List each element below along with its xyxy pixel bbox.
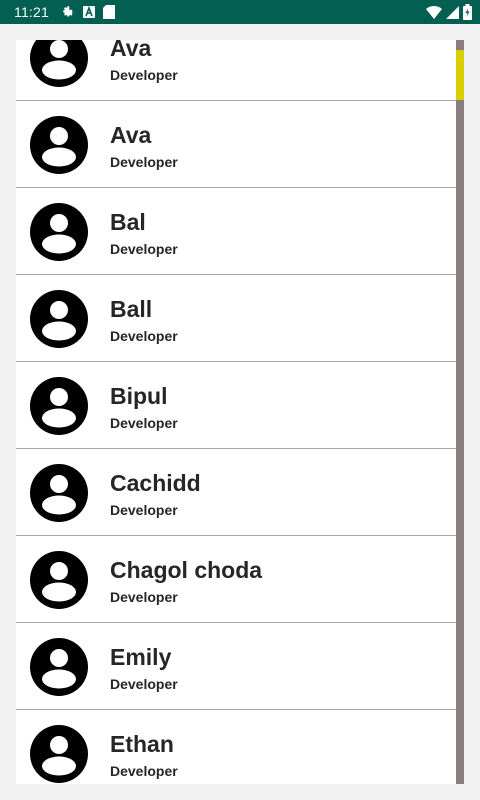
scrollbar-thumb[interactable] bbox=[456, 50, 464, 100]
avatar-icon bbox=[30, 116, 88, 174]
avatar-icon bbox=[30, 290, 88, 348]
status-right-icons bbox=[426, 4, 472, 20]
avatar-icon bbox=[30, 638, 88, 696]
list-item[interactable]: Cachidd Developer bbox=[16, 449, 456, 536]
avatar-icon bbox=[30, 377, 88, 435]
list-item[interactable]: Ball Developer bbox=[16, 275, 456, 362]
avatar-icon bbox=[30, 203, 88, 261]
contact-role: Developer bbox=[110, 676, 178, 692]
contact-list-content: Ava Developer Ava Developer Bal Developer Ball… bbox=[16, 40, 456, 784]
contact-name: Ava bbox=[110, 122, 152, 148]
list-item[interactable]: Bal Developer bbox=[16, 188, 456, 275]
status-time: 11:21 bbox=[14, 4, 49, 20]
contact-role: Developer bbox=[110, 502, 178, 518]
avatar-icon bbox=[30, 40, 88, 87]
list-item[interactable]: Chagol choda Developer bbox=[16, 536, 456, 623]
battery-icon bbox=[463, 4, 472, 20]
contact-role: Developer bbox=[110, 763, 178, 779]
contact-role: Developer bbox=[110, 328, 178, 344]
list-item[interactable]: Ethan Developer bbox=[16, 710, 456, 784]
gear-icon bbox=[61, 5, 75, 19]
list-item[interactable]: Bipul Developer bbox=[16, 362, 456, 449]
signal-icon bbox=[446, 5, 459, 19]
contact-name: Ball bbox=[110, 296, 153, 322]
a-badge-icon bbox=[83, 6, 95, 18]
list-item[interactable]: Emily Developer bbox=[16, 623, 456, 710]
wifi-icon bbox=[426, 5, 442, 19]
contact-name: Cachidd bbox=[110, 470, 201, 496]
avatar-icon bbox=[30, 725, 88, 783]
sd-card-icon bbox=[103, 5, 115, 19]
contact-name: Bipul bbox=[110, 383, 168, 409]
scrollbar-track[interactable] bbox=[456, 40, 464, 784]
status-left-icons bbox=[61, 5, 115, 19]
contact-role: Developer bbox=[110, 415, 178, 431]
contact-role: Developer bbox=[110, 241, 178, 257]
avatar-icon bbox=[30, 551, 88, 609]
list-item[interactable]: Ava Developer bbox=[16, 101, 456, 188]
contact-name: Ava bbox=[110, 40, 152, 61]
contact-role: Developer bbox=[110, 67, 178, 83]
contact-name: Chagol choda bbox=[110, 557, 263, 583]
contact-role: Developer bbox=[110, 589, 178, 605]
contact-name: Emily bbox=[110, 644, 172, 670]
contact-role: Developer bbox=[110, 154, 178, 170]
contact-name: Bal bbox=[110, 209, 146, 235]
contact-name: Ethan bbox=[110, 731, 174, 757]
list-item[interactable]: Ava Developer bbox=[16, 40, 456, 101]
status-bar: 11:21 bbox=[0, 0, 480, 24]
avatar-icon bbox=[30, 464, 88, 522]
contact-list[interactable]: Ava Developer Ava Developer Bal Developer Ball… bbox=[16, 40, 456, 784]
